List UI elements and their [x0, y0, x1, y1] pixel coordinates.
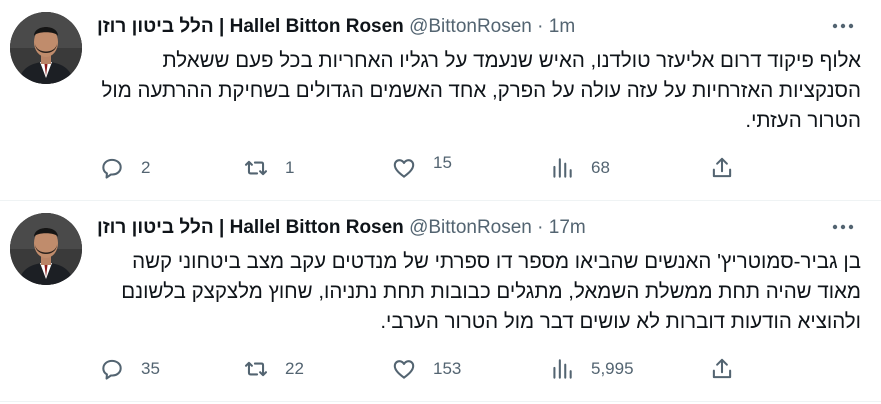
more-options-button[interactable]: [829, 14, 857, 38]
reply-button[interactable]: 35: [99, 351, 160, 387]
avatar-image: [10, 213, 82, 285]
tweet-header: הלל ביטון רוזן | Hallel Bitton Rosen @Bi…: [97, 14, 851, 40]
more-horizontal-icon: [832, 23, 854, 29]
avatar-image: [10, 12, 82, 84]
share-button[interactable]: [709, 150, 735, 186]
tweet-actions: 2 1 15 68: [97, 150, 747, 186]
heart-icon: [393, 159, 415, 178]
retweet-arrows-icon: [245, 160, 267, 176]
share-upload-icon: [712, 358, 732, 379]
retweet-count: 22: [285, 359, 304, 378]
tweet-text: בן גביר-סמוטריץ' האנשים שהביאו מספר דו ס…: [121, 250, 861, 333]
share-upload-icon: [712, 157, 732, 178]
separator-dot: ·: [537, 16, 544, 37]
like-count: 15: [433, 153, 452, 172]
author-name[interactable]: הלל ביטון רוזן | Hallel Bitton Rosen: [97, 217, 404, 238]
retweet-arrows-icon: [245, 361, 267, 377]
author-handle[interactable]: @BittonRosen: [409, 16, 532, 37]
avatar[interactable]: [10, 12, 82, 84]
reply-bubble-icon: [102, 158, 122, 179]
author-name[interactable]: הלל ביטון רוזן | Hallel Bitton Rosen: [97, 16, 404, 37]
retweet-count: 1: [285, 158, 295, 177]
views-bar-chart-icon: [553, 158, 572, 178]
reply-count: 2: [141, 158, 151, 177]
heart-icon: [393, 360, 415, 379]
tweet[interactable]: הלל ביטון רוזן | Hallel Bitton Rosen @Bi…: [0, 0, 881, 201]
reply-bubble-icon: [102, 359, 122, 380]
views-button[interactable]: 5,995: [549, 351, 634, 387]
tweet-header: הלל ביטון רוזן | Hallel Bitton Rosen @Bi…: [97, 215, 851, 241]
reply-button[interactable]: 2: [99, 150, 150, 186]
like-count: 153: [433, 359, 462, 378]
tweet[interactable]: הלל ביטון רוזן | Hallel Bitton Rosen @Bi…: [0, 201, 881, 402]
views-count: 68: [591, 158, 610, 177]
tweet-actions: 35 22 153 5,995: [97, 351, 747, 387]
retweet-button[interactable]: 22: [243, 351, 304, 387]
separator-dot: ·: [537, 217, 544, 238]
like-button[interactable]: 153: [391, 351, 461, 387]
share-button[interactable]: [709, 351, 735, 387]
avatar[interactable]: [10, 213, 82, 285]
views-bar-chart-icon: [553, 359, 572, 379]
timestamp[interactable]: 1m: [549, 16, 575, 37]
views-count: 5,995: [591, 359, 634, 378]
more-options-button[interactable]: [829, 215, 857, 239]
retweet-button[interactable]: 1: [243, 150, 294, 186]
like-button[interactable]: 15: [391, 150, 452, 186]
author-handle[interactable]: @BittonRosen: [409, 217, 532, 238]
reply-count: 35: [141, 359, 160, 378]
tweet-text: אלוף פיקוד דרום אליעזר טולדנו, האיש שנעמ…: [101, 49, 861, 132]
views-button[interactable]: 68: [549, 150, 610, 186]
timestamp[interactable]: 17m: [549, 217, 586, 238]
more-horizontal-icon: [832, 224, 854, 230]
